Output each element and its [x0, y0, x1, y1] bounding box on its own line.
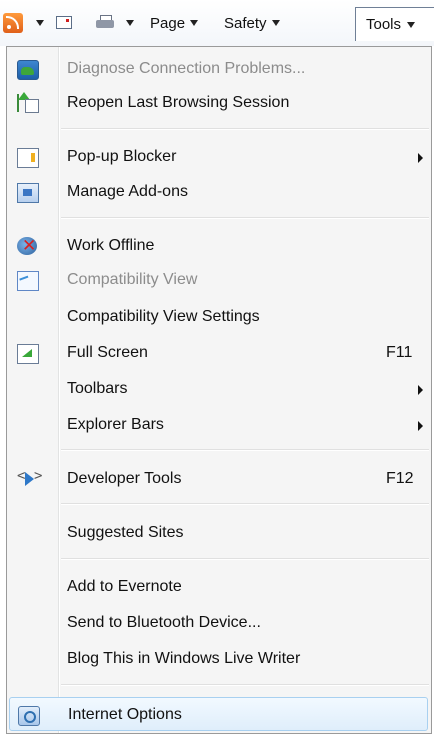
menu-item-label: Developer Tools: [67, 470, 182, 487]
menu-item-label: Reopen Last Browsing Session: [67, 94, 290, 111]
safety-menu-label: Safety: [224, 14, 267, 32]
shortcut-label: F11: [386, 344, 413, 361]
menu-item-label: Work Offline: [67, 237, 155, 254]
chevron-down-icon: [407, 21, 416, 28]
menu-item-full-screen[interactable]: Full Screen F11: [7, 336, 431, 370]
menu-item-diagnose-connection[interactable]: Diagnose Connection Problems...: [7, 52, 431, 86]
menu-separator: [61, 217, 429, 219]
menu-item-label: Compatibility View Settings: [67, 308, 260, 325]
menu-item-blog-this[interactable]: Blog This in Windows Live Writer: [7, 642, 431, 676]
menu-item-label: Send to Bluetooth Device...: [67, 614, 261, 631]
rss-dropdown-arrow[interactable]: [36, 10, 44, 36]
menu-item-compatibility-view-settings[interactable]: Compatibility View Settings: [7, 300, 431, 334]
read-mail-icon[interactable]: [56, 16, 72, 29]
menu-item-label: Add to Evernote: [67, 578, 182, 595]
full-screen-icon: [17, 344, 39, 364]
page-menu-label: Page: [150, 14, 186, 32]
submenu-arrow-icon: [418, 421, 423, 431]
menu-separator: [61, 684, 429, 686]
safety-menu-button[interactable]: Safety: [224, 10, 280, 36]
menu-item-toolbars[interactable]: Toolbars: [7, 372, 431, 406]
menu-item-label: Diagnose Connection Problems...: [67, 60, 306, 77]
menu-item-send-to-bluetooth[interactable]: Send to Bluetooth Device...: [7, 606, 431, 640]
menu-item-label: Internet Options: [68, 706, 182, 723]
compatibility-view-icon: [17, 271, 39, 291]
menu-item-label: Full Screen: [67, 344, 148, 361]
menu-item-compatibility-view[interactable]: Compatibility View: [7, 263, 431, 297]
menu-item-reopen-session[interactable]: Reopen Last Browsing Session: [7, 86, 431, 120]
menu-item-manage-addons[interactable]: Manage Add-ons: [7, 175, 431, 209]
menu-item-add-to-evernote[interactable]: Add to Evernote: [7, 570, 431, 604]
shortcut-label: F12: [386, 470, 414, 487]
diagnose-connection-icon: [17, 60, 39, 80]
work-offline-icon: [17, 236, 37, 256]
popup-blocker-icon: [17, 148, 39, 168]
developer-tools-icon: >: [17, 468, 42, 488]
menu-item-label: Compatibility View: [67, 271, 198, 288]
submenu-arrow-icon: [418, 153, 423, 163]
menu-item-developer-tools[interactable]: > Developer Tools F12: [7, 462, 431, 496]
menu-item-label: Pop-up Blocker: [67, 148, 177, 165]
rss-feed-icon[interactable]: [3, 13, 23, 33]
menu-item-label: Manage Add-ons: [67, 183, 188, 200]
menu-item-label: Blog This in Windows Live Writer: [67, 650, 301, 667]
menu-item-label: Suggested Sites: [67, 524, 184, 541]
chevron-down-icon: [271, 20, 280, 26]
menu-item-work-offline[interactable]: Work Offline: [7, 229, 431, 263]
print-icon[interactable]: [96, 15, 114, 29]
print-dropdown-arrow[interactable]: [126, 10, 134, 36]
menu-item-explorer-bars[interactable]: Explorer Bars: [7, 408, 431, 442]
menu-separator: [61, 128, 429, 130]
menu-separator: [61, 449, 429, 451]
manage-addons-icon: [17, 183, 39, 203]
internet-options-icon: [18, 706, 40, 726]
menu-item-suggested-sites[interactable]: Suggested Sites: [7, 516, 431, 550]
chevron-down-icon: [190, 20, 199, 26]
menu-item-popup-blocker[interactable]: Pop-up Blocker: [7, 140, 431, 174]
menu-item-label: Explorer Bars: [67, 416, 164, 433]
menu-item-label: Toolbars: [67, 380, 128, 397]
menu-item-internet-options[interactable]: Internet Options: [9, 697, 428, 731]
tools-menu-button[interactable]: Tools: [355, 7, 434, 41]
ie-tools-menu-screen: Page Safety Tools Diagnose Connection Pr…: [0, 0, 434, 736]
menu-separator: [61, 558, 429, 560]
menu-separator: [61, 503, 429, 505]
reopen-session-icon: [17, 92, 39, 113]
submenu-arrow-icon: [418, 385, 423, 395]
page-menu-button[interactable]: Page: [150, 10, 199, 36]
tools-menu-label: Tools: [366, 16, 402, 33]
tools-dropdown-menu: Diagnose Connection Problems... Reopen L…: [6, 46, 432, 734]
command-bar: Page Safety Tools: [0, 0, 434, 46]
